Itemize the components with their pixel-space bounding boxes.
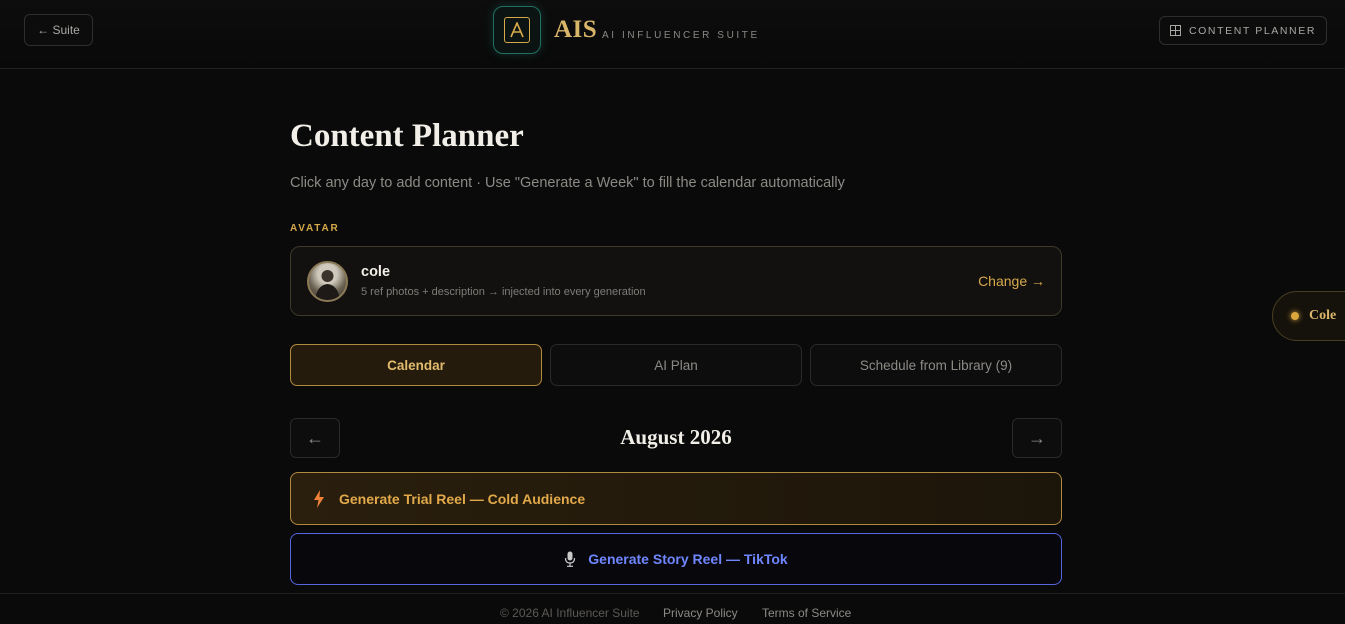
next-month-button[interactable]: → xyxy=(1012,418,1062,458)
page-title: Content Planner xyxy=(290,118,524,154)
logo[interactable] xyxy=(493,6,541,54)
brand-name: AIS xyxy=(554,16,598,43)
avatar-description: 5 ref photos + description → injected in… xyxy=(361,286,646,298)
privacy-policy-link[interactable]: Privacy Policy xyxy=(663,606,738,620)
tab-calendar[interactable]: Calendar xyxy=(290,344,542,386)
content-planner-label: CONTENT PLANNER xyxy=(1188,24,1317,37)
tab-ai-plan[interactable]: AI Plan xyxy=(550,344,802,386)
generate-story-reel-label: Generate Story Reel — TikTok xyxy=(588,551,788,567)
top-bar: ← Suite AIS AI INFLUENCER SUITE CONTENT … xyxy=(0,0,1345,69)
avatar xyxy=(307,261,348,302)
logo-a-icon xyxy=(504,17,530,43)
page-subtitle: Click any day to add content · Use "Gene… xyxy=(290,175,845,191)
month-title: August 2026 xyxy=(620,425,732,449)
active-avatar-pill[interactable]: Cole xyxy=(1272,291,1345,341)
avatar-section-label: AVATAR xyxy=(290,223,340,234)
active-avatar-name: Cole xyxy=(1309,308,1337,323)
footer-copyright: © 2026 AI Influencer Suite xyxy=(500,606,640,620)
avatar-name: cole xyxy=(361,264,391,280)
footer: © 2026 AI Influencer Suite Privacy Polic… xyxy=(0,593,1345,624)
terms-of-service-link[interactable]: Terms of Service xyxy=(762,606,851,620)
avatar-card: cole 5 ref photos + description → inject… xyxy=(290,246,1062,316)
back-to-suite-button[interactable]: ← Suite xyxy=(24,14,93,46)
generate-trial-reel-label: Generate Trial Reel — Cold Audience xyxy=(339,490,586,507)
tab-schedule-from-library[interactable]: Schedule from Library (9) xyxy=(810,344,1062,386)
microphone-icon xyxy=(565,551,576,567)
grid-icon xyxy=(1169,25,1181,36)
status-dot xyxy=(1291,312,1299,320)
change-avatar-link[interactable]: Change → xyxy=(978,273,1045,289)
lightning-icon xyxy=(314,489,324,508)
content-planner-button[interactable]: CONTENT PLANNER xyxy=(1159,16,1327,45)
generate-story-reel-button[interactable]: Generate Story Reel — TikTok xyxy=(290,533,1062,585)
generate-trial-reel-button[interactable]: Generate Trial Reel — Cold Audience xyxy=(290,472,1062,525)
brand-subtitle: AI INFLUENCER SUITE xyxy=(602,30,760,41)
